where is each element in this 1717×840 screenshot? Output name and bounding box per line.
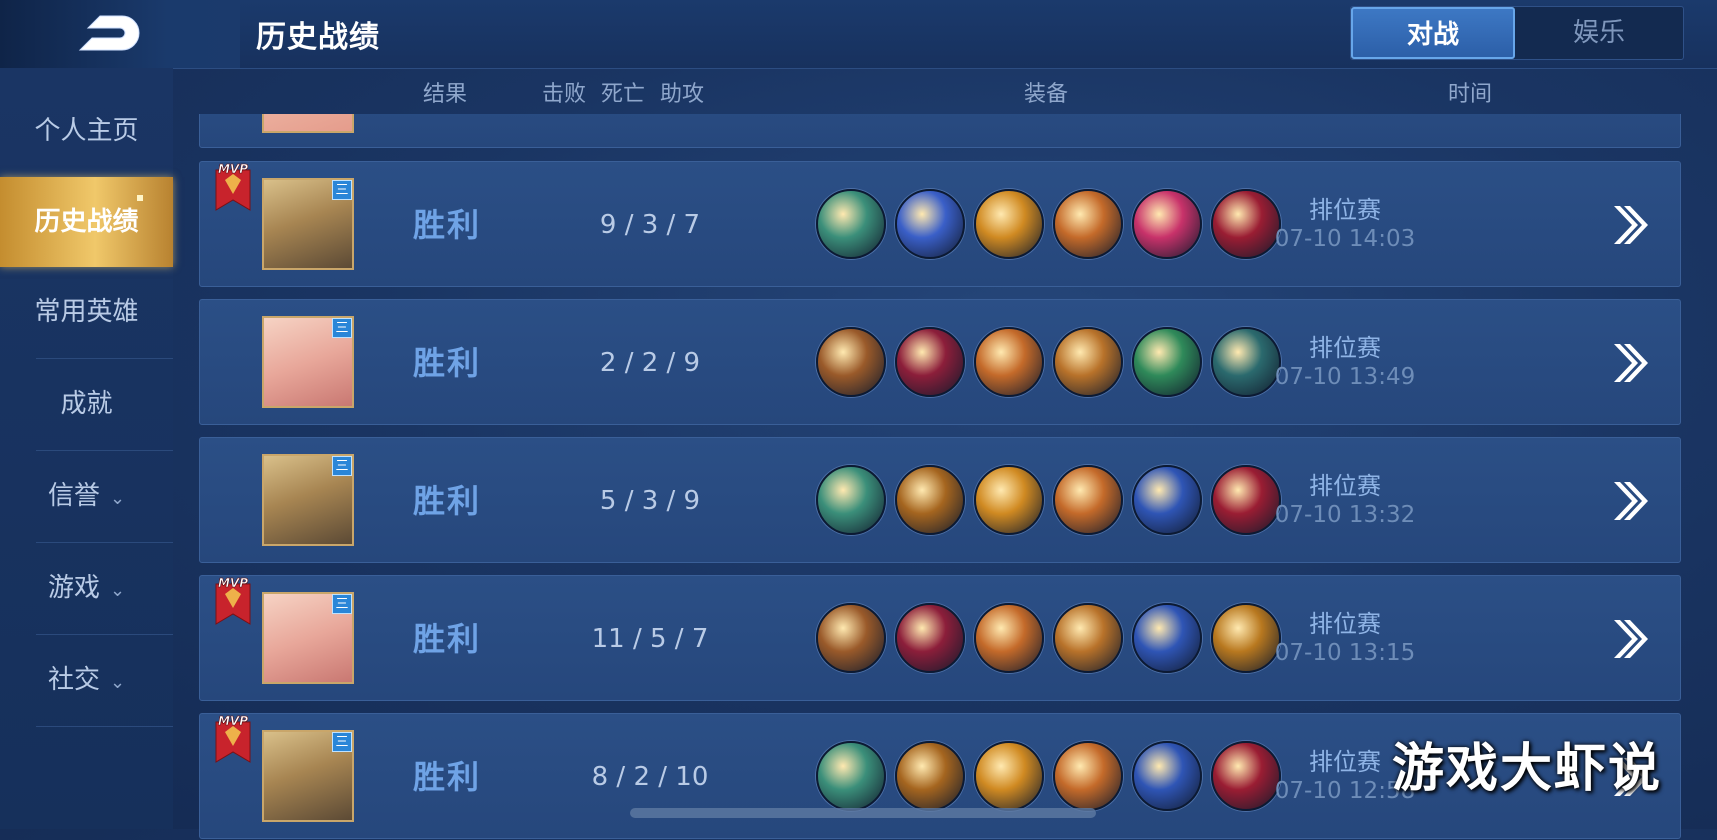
match-row[interactable]: 三胜利 5 / 3 / 9 排位赛 07-10 13:32 [199, 437, 1681, 563]
chevron-down-icon: ⌄ [109, 580, 126, 601]
watermark-text: 游戏大虾说 [1392, 739, 1663, 799]
match-mode: 排位赛 [1309, 196, 1381, 224]
mvp-label: MVP [218, 162, 248, 176]
hero-avatar[interactable]: 三 [262, 316, 354, 408]
rank-tier-badge: 三 [332, 456, 352, 476]
back-icon[interactable] [70, 10, 142, 56]
equipment-item-icon[interactable] [816, 741, 886, 811]
match-mode: 排位赛 [1309, 472, 1381, 500]
chevron-right-icon[interactable] [1610, 338, 1650, 388]
equipment-item-icon[interactable] [974, 465, 1044, 535]
rank-tier-badge: 三 [332, 180, 352, 200]
match-mode: 排位赛 [1309, 610, 1381, 638]
match-time: 07-10 14:03 [1274, 226, 1416, 252]
equipment-item-icon[interactable] [895, 603, 965, 673]
back-area [0, 0, 240, 68]
match-result: 胜利 [413, 206, 482, 244]
hero-avatar[interactable]: 三 [262, 592, 354, 684]
hero-avatar[interactable]: 三 [262, 178, 354, 270]
equipment-item-icon[interactable] [974, 741, 1044, 811]
match-result: 胜利 [413, 620, 482, 658]
chevron-down-icon: ⌄ [109, 672, 126, 693]
kda-score: 2 / 2 / 9 [599, 348, 701, 378]
equipment-item-icon[interactable] [1132, 603, 1202, 673]
mode-tabs: 对战 娱乐 [1350, 6, 1684, 60]
col-assists: 助攻 [660, 82, 705, 107]
match-result: 胜利 [413, 758, 482, 796]
col-equipment: 装备 [1024, 82, 1069, 107]
chevron-right-icon[interactable] [1610, 476, 1650, 526]
chevron-right-icon[interactable] [1610, 200, 1650, 250]
equipment-item-icon[interactable] [816, 327, 886, 397]
match-row[interactable]: MVP 三胜利 9 / 3 / 7 排位赛 07-10 14:03 [199, 161, 1681, 287]
rank-tier-badge: 三 [332, 594, 352, 614]
mvp-label: MVP [218, 576, 248, 590]
sidebar-item-heroes[interactable]: 常用英雄 [0, 267, 173, 357]
col-result: 结果 [423, 82, 468, 107]
divider [36, 726, 173, 727]
equipment-item-icon[interactable] [974, 327, 1044, 397]
sidebar-item-game[interactable]: 游戏 ⌄ [0, 543, 173, 633]
equipment-item-icon[interactable] [1053, 741, 1123, 811]
equipment-item-icon[interactable] [816, 189, 886, 259]
equipment-item-icon[interactable] [816, 603, 886, 673]
sidebar-item-social[interactable]: 社交 ⌄ [0, 635, 173, 725]
col-time: 时间 [1448, 82, 1493, 107]
tab-battle[interactable]: 对战 [1351, 7, 1515, 59]
mvp-badge-icon: MVP [215, 576, 251, 625]
equipment-item-icon[interactable] [1053, 189, 1123, 259]
equipment-item-icon[interactable] [895, 741, 965, 811]
kda-score: 5 / 3 / 9 [599, 486, 701, 516]
kda-score: 11 / 5 / 7 [591, 624, 709, 654]
kda-score: 8 / 2 / 10 [591, 762, 709, 792]
equipment-item-icon[interactable] [1053, 327, 1123, 397]
mvp-badge-icon: MVP [215, 714, 251, 763]
equipment-item-icon[interactable] [1132, 189, 1202, 259]
match-time: 07-10 13:15 [1274, 640, 1416, 666]
equipment-item-icon[interactable] [816, 465, 886, 535]
col-deaths: 死亡 [601, 82, 646, 107]
equipment-item-icon[interactable] [1053, 465, 1123, 535]
match-time: 07-10 13:49 [1274, 364, 1416, 390]
chevron-down-icon: ⌄ [109, 488, 126, 509]
col-kills: 击败 [542, 82, 587, 107]
match-row[interactable]: MVP 三胜利 11 / 5 / 7 排位赛 07-10 13:15 [199, 575, 1681, 701]
match-time: 07-10 13:32 [1274, 502, 1416, 528]
equipment-item-icon[interactable] [895, 465, 965, 535]
sidebar-item-profile[interactable]: 个人主页 [0, 86, 173, 176]
sidebar-item-credit[interactable]: 信誉 ⌄ [0, 451, 173, 541]
equipment-item-icon[interactable] [1132, 465, 1202, 535]
rank-tier-badge: 三 [332, 732, 352, 752]
equipment-item-icon[interactable] [974, 603, 1044, 673]
match-result: 胜利 [413, 344, 482, 382]
kda-score: 9 / 3 / 7 [599, 210, 701, 240]
match-mode: 排位赛 [1309, 334, 1381, 362]
hero-avatar[interactable]: 三 [262, 730, 354, 822]
scrollbar[interactable] [630, 808, 1096, 818]
equipment-item-icon[interactable] [974, 189, 1044, 259]
equipment-item-icon[interactable] [895, 327, 965, 397]
sidebar-item-history[interactable]: 历史战绩 [0, 177, 173, 267]
sidebar: 个人主页 历史战绩 常用英雄 成就 信誉 ⌄ 游戏 ⌄ 社交 ⌄ [0, 68, 173, 829]
match-result: 胜利 [413, 482, 482, 520]
rank-tier-badge: 三 [332, 318, 352, 338]
mvp-badge-icon: MVP [215, 162, 251, 211]
mvp-label: MVP [218, 714, 248, 728]
page-title: 历史战绩 [256, 20, 380, 55]
equipment-item-icon[interactable] [1132, 741, 1202, 811]
sidebar-item-achievements[interactable]: 成就 [0, 359, 173, 449]
active-indicator [137, 195, 143, 201]
equipment-item-icon[interactable] [1053, 603, 1123, 673]
match-row[interactable]: 三胜利 2 / 2 / 9 排位赛 07-10 13:49 [199, 299, 1681, 425]
chevron-right-icon[interactable] [1610, 614, 1650, 664]
tab-entertainment[interactable]: 娱乐 [1517, 7, 1681, 59]
hero-avatar[interactable]: 三 [262, 454, 354, 546]
equipment-item-icon[interactable] [1132, 327, 1202, 397]
equipment-item-icon[interactable] [895, 189, 965, 259]
top-bar: 历史战绩 对战 娱乐 [0, 0, 1717, 69]
